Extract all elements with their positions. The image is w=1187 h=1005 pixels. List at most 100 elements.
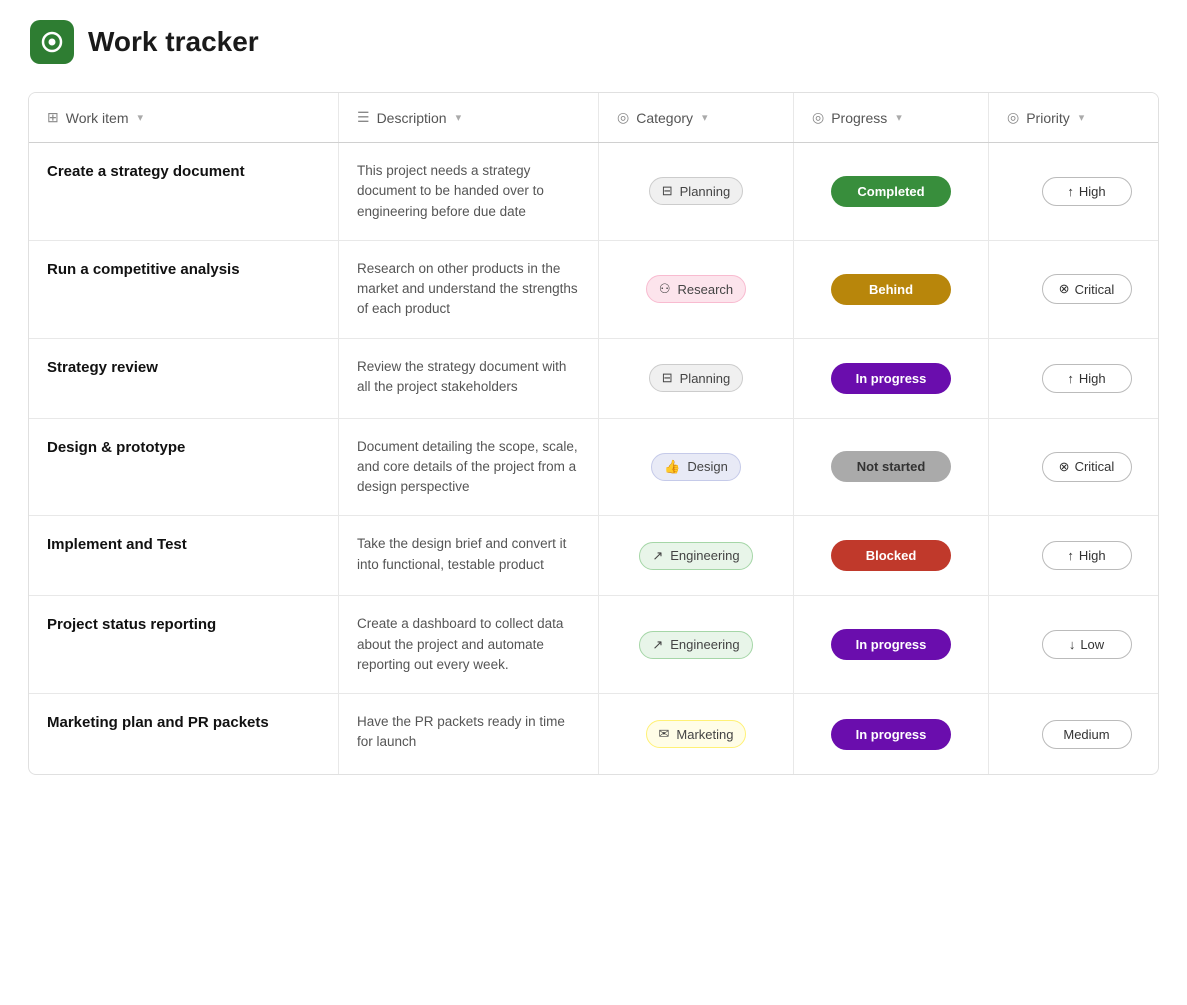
progress-cell: Behind <box>794 241 989 338</box>
category-cell: ⊟ Planning <box>599 143 794 240</box>
app-header: Work tracker <box>0 0 1187 82</box>
work-item-label: Run a competitive analysis <box>47 261 240 278</box>
progress-cell: In progress <box>794 339 989 418</box>
category-label: Research <box>678 282 734 297</box>
category-badge: ⊟ Planning <box>649 177 744 205</box>
priority-label: High <box>1079 371 1106 386</box>
work-item-label: Implement and Test <box>47 536 187 553</box>
category-cell: 👍 Design <box>599 419 794 516</box>
progress-badge: Not started <box>831 451 951 482</box>
priority-label: High <box>1079 184 1106 199</box>
category-badge: ↗ Engineering <box>639 542 752 570</box>
priority-cell: ↑ High <box>989 339 1159 418</box>
priority-badge: ↑ High <box>1042 541 1132 570</box>
mail-icon: ✉ <box>659 726 671 742</box>
priority-cell: Medium <box>989 694 1159 774</box>
category-cell: ⚇ Research <box>599 241 794 338</box>
table-body: Create a strategy document This project … <box>29 143 1158 774</box>
category-label: Engineering <box>670 637 739 652</box>
chevron-down-icon: ▾ <box>1079 111 1085 124</box>
category-cell: ↗ Engineering <box>599 516 794 595</box>
progress-cell: Completed <box>794 143 989 240</box>
table-row: Design & prototype Document detailing th… <box>29 419 1158 517</box>
progress-cell: Not started <box>794 419 989 516</box>
work-item-label: Marketing plan and PR packets <box>47 714 269 731</box>
description-text: This project needs a strategy document t… <box>357 161 580 222</box>
work-item-label: Design & prototype <box>47 439 185 456</box>
description-cell: Review the strategy document with all th… <box>339 339 599 418</box>
calendar-icon: ⊟ <box>662 183 674 199</box>
table-icon: ⊞ <box>47 109 59 126</box>
category-label: Planning <box>680 184 731 199</box>
priority-label: High <box>1079 548 1106 563</box>
category-badge: 👍 Design <box>651 453 741 481</box>
col-header-priority[interactable]: ◎ Priority ▾ <box>989 93 1159 142</box>
description-text: Create a dashboard to collect data about… <box>357 614 580 675</box>
description-text: Have the PR packets ready in time for la… <box>357 712 580 753</box>
table-row: Project status reporting Create a dashbo… <box>29 596 1158 694</box>
progress-cell: In progress <box>794 596 989 693</box>
category-badge: ⊟ Planning <box>649 364 744 392</box>
description-text: Research on other products in the market… <box>357 259 580 320</box>
description-cell: Have the PR packets ready in time for la… <box>339 694 599 774</box>
description-text: Review the strategy document with all th… <box>357 357 580 398</box>
work-item-cell: Create a strategy document <box>29 143 339 240</box>
category-cell: ✉ Marketing <box>599 694 794 774</box>
priority-cell: ↑ High <box>989 143 1159 240</box>
work-item-cell: Design & prototype <box>29 419 339 516</box>
priority-badge: ⊗ Critical <box>1042 452 1132 482</box>
priority-cell: ⊗ Critical <box>989 419 1159 516</box>
category-badge: ⚇ Research <box>646 275 746 303</box>
col-header-description[interactable]: ☰ Description ▾ <box>339 93 599 142</box>
col-header-work-item[interactable]: ⊞ Work item ▾ <box>29 93 339 142</box>
category-label: Planning <box>680 371 731 386</box>
priority-label: Critical <box>1075 459 1115 474</box>
work-item-cell: Project status reporting <box>29 596 339 693</box>
check-circle-icon: ◎ <box>812 109 824 126</box>
priority-badge: Medium <box>1042 720 1132 749</box>
list-icon: ☰ <box>357 109 370 126</box>
app-logo <box>30 20 74 64</box>
table-row: Marketing plan and PR packets Have the P… <box>29 694 1158 774</box>
work-item-label: Strategy review <box>47 359 158 376</box>
table-row: Create a strategy document This project … <box>29 143 1158 241</box>
priority-badge: ↑ High <box>1042 177 1132 206</box>
priority-label: Low <box>1080 637 1104 652</box>
priority-label: Critical <box>1075 282 1115 297</box>
progress-badge: In progress <box>831 363 951 394</box>
work-item-cell: Implement and Test <box>29 516 339 595</box>
category-badge: ↗ Engineering <box>639 631 752 659</box>
table-row: Implement and Test Take the design brief… <box>29 516 1158 596</box>
priority-badge: ⊗ Critical <box>1042 274 1132 304</box>
priority-label: Medium <box>1063 727 1109 742</box>
description-cell: This project needs a strategy document t… <box>339 143 599 240</box>
category-badge: ✉ Marketing <box>646 720 747 748</box>
work-item-label: Project status reporting <box>47 616 216 633</box>
progress-badge: In progress <box>831 719 951 750</box>
progress-badge: Completed <box>831 176 951 207</box>
category-cell: ↗ Engineering <box>599 596 794 693</box>
category-label: Marketing <box>676 727 733 742</box>
table-row: Run a competitive analysis Research on o… <box>29 241 1158 339</box>
chevron-down-icon: ▾ <box>702 111 708 124</box>
priority-cell: ↑ High <box>989 516 1159 595</box>
category-label: Design <box>687 459 727 474</box>
col-header-progress[interactable]: ◎ Progress ▾ <box>794 93 989 142</box>
progress-cell: Blocked <box>794 516 989 595</box>
trend-icon: ↗ <box>652 637 664 653</box>
col-header-category[interactable]: ◎ Category ▾ <box>599 93 794 142</box>
people-icon: ⚇ <box>659 281 672 297</box>
check-circle-icon: ◎ <box>617 109 629 126</box>
progress-badge: In progress <box>831 629 951 660</box>
calendar-icon: ⊟ <box>662 370 674 386</box>
work-tracker-table: ⊞ Work item ▾ ☰ Description ▾ ◎ Category… <box>28 92 1159 775</box>
description-cell: Take the design brief and convert it int… <box>339 516 599 595</box>
app-title: Work tracker <box>88 26 259 58</box>
hand-icon: 👍 <box>664 459 681 475</box>
chevron-down-icon: ▾ <box>896 111 902 124</box>
table-header: ⊞ Work item ▾ ☰ Description ▾ ◎ Category… <box>29 93 1158 143</box>
description-cell: Research on other products in the market… <box>339 241 599 338</box>
priority-cell: ⊗ Critical <box>989 241 1159 338</box>
work-item-cell: Run a competitive analysis <box>29 241 339 338</box>
priority-badge: ↑ High <box>1042 364 1132 393</box>
